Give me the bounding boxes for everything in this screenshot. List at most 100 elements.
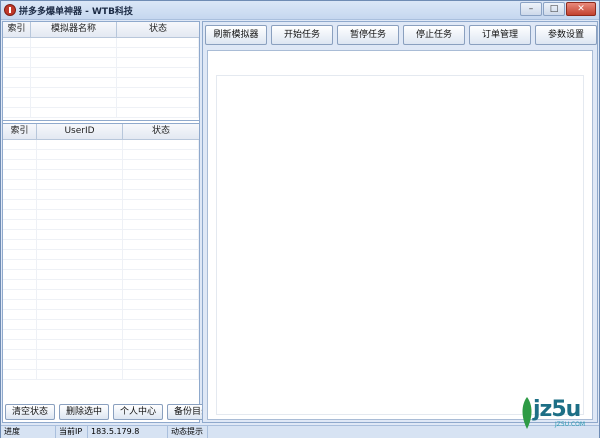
table-cell xyxy=(3,250,37,259)
table-row[interactable] xyxy=(3,38,199,48)
table-cell xyxy=(3,330,37,339)
table-cell xyxy=(31,88,117,97)
table-cell xyxy=(37,140,123,149)
column-header-emulator-name[interactable]: 模拟器名称 xyxy=(31,22,117,37)
table-cell xyxy=(123,170,199,179)
table-row[interactable] xyxy=(3,68,199,78)
table-cell xyxy=(123,320,199,329)
table-row[interactable] xyxy=(3,160,199,170)
table-row[interactable] xyxy=(3,190,199,200)
table-cell xyxy=(37,320,123,329)
table-cell xyxy=(123,370,199,379)
table-cell xyxy=(31,68,117,77)
table-cell xyxy=(123,200,199,209)
column-header-index[interactable]: 索引 xyxy=(3,22,31,37)
table-row[interactable] xyxy=(3,88,199,98)
emulator-table[interactable]: 索引 模拟器名称 状态 xyxy=(3,22,199,121)
table-cell xyxy=(37,370,123,379)
table-cell xyxy=(123,190,199,199)
table-row[interactable] xyxy=(3,360,199,370)
table-cell xyxy=(3,320,37,329)
table-cell xyxy=(3,360,37,369)
table-cell xyxy=(3,140,37,149)
table-row[interactable] xyxy=(3,210,199,220)
table-row[interactable] xyxy=(3,320,199,330)
status-ip-label: 当前IP xyxy=(56,426,88,438)
table-row[interactable] xyxy=(3,330,199,340)
status-bar: 进度 当前IP 183.5.179.8 动态提示 xyxy=(1,425,599,438)
personal-center-button[interactable]: 个人中心 xyxy=(113,404,164,420)
clear-status-button[interactable]: 清空状态 xyxy=(5,404,56,420)
pause-task-button[interactable]: 暂停任务 xyxy=(337,25,399,45)
left-panel: 索引 模拟器名称 状态 索引 UserID 状态 清空状态 删除选中 个人中心 … xyxy=(2,21,218,423)
table-row[interactable] xyxy=(3,350,199,360)
table-cell xyxy=(3,170,37,179)
table-cell xyxy=(37,250,123,259)
table-row[interactable] xyxy=(3,260,199,270)
table-cell xyxy=(123,330,199,339)
log-output-area[interactable] xyxy=(207,50,593,420)
order-management-button[interactable]: 订单管理 xyxy=(469,25,531,45)
table-cell xyxy=(37,240,123,249)
app-logo-icon xyxy=(4,4,16,16)
table-row[interactable] xyxy=(3,300,199,310)
table-cell xyxy=(123,260,199,269)
watermark-brand: jz5u xyxy=(533,397,581,422)
user-table[interactable]: 索引 UserID 状态 xyxy=(3,123,199,402)
column-header-userid[interactable]: UserID xyxy=(37,124,123,139)
settings-button[interactable]: 参数设置 xyxy=(535,25,597,45)
table-row[interactable] xyxy=(3,220,199,230)
table-row[interactable] xyxy=(3,140,199,150)
table-cell xyxy=(3,370,37,379)
user-table-body xyxy=(3,140,199,380)
table-row[interactable] xyxy=(3,280,199,290)
table-cell xyxy=(37,210,123,219)
table-row[interactable] xyxy=(3,310,199,320)
table-row[interactable] xyxy=(3,150,199,160)
table-row[interactable] xyxy=(3,78,199,88)
table-row[interactable] xyxy=(3,58,199,68)
table-row[interactable] xyxy=(3,170,199,180)
table-row[interactable] xyxy=(3,250,199,260)
column-header-index[interactable]: 索引 xyxy=(3,124,37,139)
table-cell xyxy=(3,280,37,289)
delete-selected-button[interactable]: 删除选中 xyxy=(59,404,110,420)
table-cell xyxy=(37,330,123,339)
table-row[interactable] xyxy=(3,270,199,280)
stop-task-button[interactable]: 停止任务 xyxy=(403,25,465,45)
table-cell xyxy=(3,200,37,209)
left-button-row: 清空状态 删除选中 个人中心 备份目录 xyxy=(5,404,218,420)
table-row[interactable] xyxy=(3,230,199,240)
table-cell xyxy=(3,78,31,87)
table-row[interactable] xyxy=(3,98,199,108)
start-task-button[interactable]: 开始任务 xyxy=(271,25,333,45)
table-cell xyxy=(37,170,123,179)
table-cell xyxy=(123,340,199,349)
table-cell xyxy=(123,270,199,279)
title-bar[interactable]: 拼多多爆单神器 - WTB科技 – □ ✕ xyxy=(1,1,599,20)
table-cell xyxy=(37,270,123,279)
table-row[interactable] xyxy=(3,340,199,350)
table-row[interactable] xyxy=(3,180,199,190)
table-cell xyxy=(123,230,199,239)
refresh-emulator-button[interactable]: 刷新模拟器 xyxy=(205,25,267,45)
maximize-button[interactable]: □ xyxy=(543,2,565,16)
table-cell xyxy=(3,260,37,269)
column-header-status[interactable]: 状态 xyxy=(117,22,199,37)
table-cell xyxy=(37,360,123,369)
table-cell xyxy=(37,190,123,199)
table-row[interactable] xyxy=(3,200,199,210)
table-row[interactable] xyxy=(3,48,199,58)
table-row[interactable] xyxy=(3,240,199,250)
table-row[interactable] xyxy=(3,108,199,118)
minimize-button[interactable]: – xyxy=(520,2,542,16)
column-header-status[interactable]: 状态 xyxy=(123,124,199,139)
table-cell xyxy=(117,88,199,97)
close-button[interactable]: ✕ xyxy=(566,2,596,16)
table-cell xyxy=(3,108,31,117)
status-ip-value: 183.5.179.8 xyxy=(88,426,168,438)
emulator-table-body xyxy=(3,38,199,118)
table-row[interactable] xyxy=(3,370,199,380)
table-row[interactable] xyxy=(3,290,199,300)
table-cell xyxy=(123,240,199,249)
